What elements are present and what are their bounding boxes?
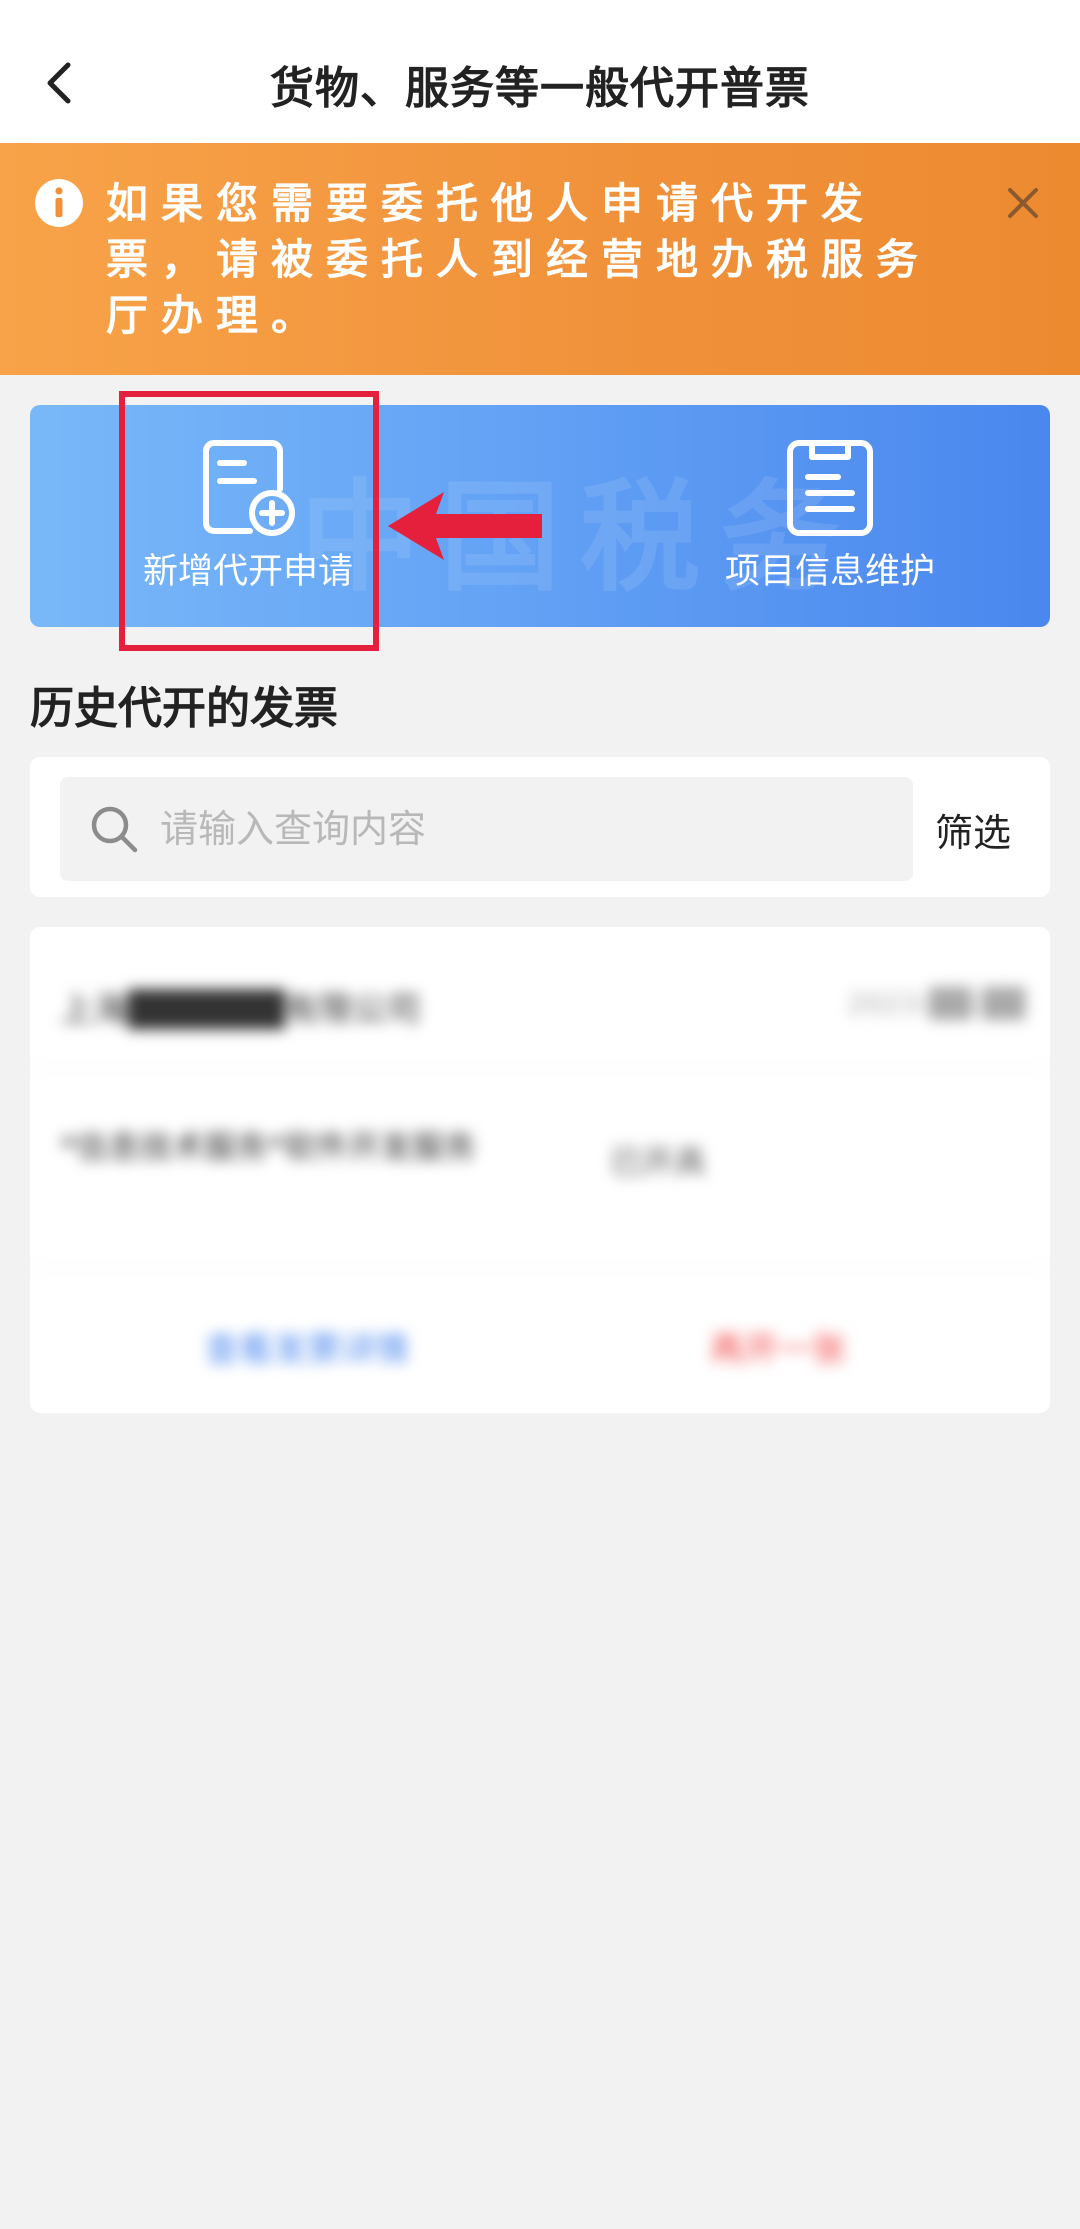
divider: [30, 1267, 1050, 1269]
search-bar[interactable]: [60, 777, 913, 881]
page-title: 货物、服务等一般代开普票: [270, 63, 810, 114]
record-company: 上海██████有限公司: [60, 990, 421, 1030]
record-date: 2023-██-██: [847, 987, 1025, 1020]
clipboard-list-icon: [787, 440, 873, 536]
search-input[interactable]: [160, 807, 860, 851]
record-detail-link[interactable]: 查看发票详情: [205, 1322, 409, 1371]
search-icon: [91, 806, 138, 853]
divider: [30, 1067, 1050, 1069]
record-status: 已开具: [610, 1143, 707, 1181]
document-add-icon: [203, 440, 295, 536]
filter-button[interactable]: 筛选: [935, 802, 1011, 857]
close-icon[interactable]: [1000, 180, 1046, 226]
invoice-record-card[interactable]: 上海██████有限公司 2023-██-██ *信息技术服务*软件开发服务 已…: [30, 927, 1050, 1413]
nav-header: 货物、服务等一般代开普票: [0, 0, 1080, 143]
project-maintenance-label: 项目信息维护: [724, 552, 935, 592]
new-application-label: 新增代开申请: [142, 552, 353, 592]
record-item: *信息技术服务*软件开发服务: [60, 1128, 477, 1166]
notice-text: 如果您需要委托他人申请代开发票，请被委托人到经营地办税服务厅办理。: [106, 179, 932, 340]
info-icon: [35, 179, 83, 227]
page: 货物、服务等一般代开普票 如果您需要委托他人申请代开发票，请被委托人到经营地办税…: [0, 0, 1080, 2229]
new-application-button[interactable]: 新增代开申请: [68, 405, 428, 627]
record-content-blurred: 上海██████有限公司 2023-██-██ *信息技术服务*软件开发服务 已…: [30, 927, 1050, 1413]
record-reissue-link[interactable]: 再开一张: [710, 1322, 846, 1371]
history-section-title: 历史代开的发票: [30, 683, 338, 734]
project-maintenance-button[interactable]: 项目信息维护: [650, 405, 1010, 627]
